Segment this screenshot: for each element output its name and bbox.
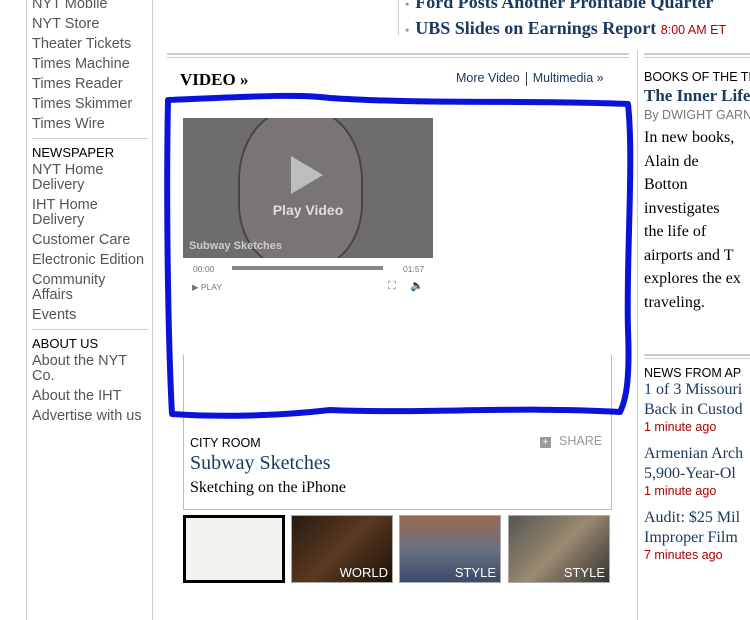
books-body: In new books, Alain de Botton investigates t…: [644, 126, 750, 314]
nav-link[interactable]: About the IHT: [32, 386, 148, 406]
nav-link[interactable]: Customer Care: [32, 230, 148, 250]
headline[interactable]: • UBS Slides on Earnings Report 8:00 AM E…: [405, 16, 750, 42]
more-video-link[interactable]: More Video: [456, 71, 520, 85]
books-body-line: traveling.: [644, 293, 705, 311]
video-section-title[interactable]: VIDEO »: [180, 70, 248, 90]
nav-heading-about: ABOUT US: [32, 329, 148, 351]
divider: [26, 0, 27, 620]
video-thumb[interactable]: WORLD: [291, 515, 393, 583]
ap-headline-link[interactable]: Back in Custod: [644, 400, 750, 420]
ap-time: 1 minute ago: [644, 484, 717, 498]
books-title-link[interactable]: The Inner Life of Airports and: [644, 86, 750, 106]
nav-heading-newspaper: NEWSPAPER: [32, 138, 148, 160]
current-time: 00:00: [193, 264, 215, 274]
fullscreen-icon[interactable]: ⛶: [388, 280, 396, 293]
headline-link[interactable]: UBS Slides on Earnings Report: [415, 18, 656, 38]
share-button[interactable]: + SHARE: [540, 434, 602, 448]
nav-link[interactable]: Times Reader: [32, 74, 148, 94]
ap-headline-link[interactable]: Armenian Arch: [644, 444, 750, 464]
nav-link[interactable]: Times Skimmer: [32, 94, 148, 114]
nav-link[interactable]: About the NYT Co.: [32, 351, 148, 386]
video-player[interactable]: Play Video Subway Sketches: [183, 118, 433, 258]
ap-headline-link[interactable]: Improper Film: [644, 528, 750, 548]
plus-icon: +: [540, 437, 551, 448]
nav-link[interactable]: NYT Home Delivery: [32, 160, 148, 195]
books-body-line: Botton: [644, 176, 688, 193]
video-title-link[interactable]: Subway Sketches: [190, 452, 331, 475]
headline-link[interactable]: Ford Posts Another Profitable Quarter: [415, 0, 713, 12]
headline-time: 8:00 AM ET: [660, 23, 727, 37]
nav-link[interactable]: Community Affairs: [32, 270, 148, 305]
section-rule: [644, 53, 750, 58]
video-thumb[interactable]: STYLE: [508, 515, 610, 583]
video-subtitle: Sketching on the iPhone: [190, 479, 346, 496]
books-heading: BOOKS OF THE TIMES: [644, 70, 750, 84]
ap-headline-link[interactable]: 5,900-Year-Ol: [644, 464, 750, 484]
video-name: Subway Sketches: [189, 240, 282, 252]
books-body-line: In new books,: [644, 129, 735, 146]
play-video-label[interactable]: Play Video: [183, 202, 433, 218]
nav-link[interactable]: Times Machine: [32, 54, 148, 74]
headline[interactable]: • Ford Posts Another Profitable Quarter: [405, 0, 750, 16]
books-body-line: Alain de: [644, 152, 699, 170]
ap-time: 1 minute ago: [644, 420, 717, 434]
progress-bar[interactable]: [232, 266, 383, 270]
books-body-line: explores the ex: [644, 270, 741, 287]
divider: [152, 0, 153, 620]
books-body-line: investigates: [644, 199, 720, 217]
nav-link[interactable]: Events: [32, 305, 148, 325]
headlines: • Ford Posts Another Profitable Quarter •…: [405, 0, 750, 42]
ap-heading: NEWS FROM AP: [644, 366, 742, 380]
ap-headline-link[interactable]: 1 of 3 Missouri: [644, 380, 750, 400]
nav-link[interactable]: IHT Home Delivery: [32, 195, 148, 230]
play-button[interactable]: ▶ PLAY: [192, 282, 222, 293]
nav-link[interactable]: Advertise with us: [32, 406, 148, 426]
ap-time: 7 minutes ago: [644, 548, 723, 562]
duration: 01:57: [403, 264, 425, 274]
section-rule: [167, 53, 629, 58]
right-column: BOOKS OF THE TIMES The Inner Life of Air…: [644, 70, 750, 572]
play-icon[interactable]: [291, 156, 323, 194]
books-byline: By DWIGHT GARNER: [644, 108, 750, 122]
video-category[interactable]: CITY ROOM: [190, 436, 261, 450]
multimedia-link[interactable]: Multimedia »: [533, 71, 604, 85]
nav-link[interactable]: NYT Store: [32, 14, 148, 34]
left-nav: NYT Mobile NYT Store Theater Tickets Times …: [32, 0, 148, 426]
divider: [637, 50, 638, 620]
video-thumb[interactable]: STYLE: [399, 515, 501, 583]
books-body-line: the life of: [644, 223, 707, 240]
nav-link[interactable]: Times Wire: [32, 114, 148, 134]
video-thumb[interactable]: [183, 515, 285, 583]
volume-icon[interactable]: 🔈: [410, 279, 424, 292]
nav-link[interactable]: NYT Mobile: [32, 0, 148, 14]
video-links: More Video Multimedia »: [456, 71, 604, 86]
divider: [398, 0, 399, 35]
nav-link[interactable]: Theater Tickets: [32, 34, 148, 54]
books-body-line: airports and T: [644, 246, 734, 264]
nav-link[interactable]: Electronic Edition: [32, 250, 148, 270]
ap-headline-link[interactable]: Audit: $25 Mil: [644, 508, 750, 528]
play-small-icon: ▶: [192, 282, 201, 292]
